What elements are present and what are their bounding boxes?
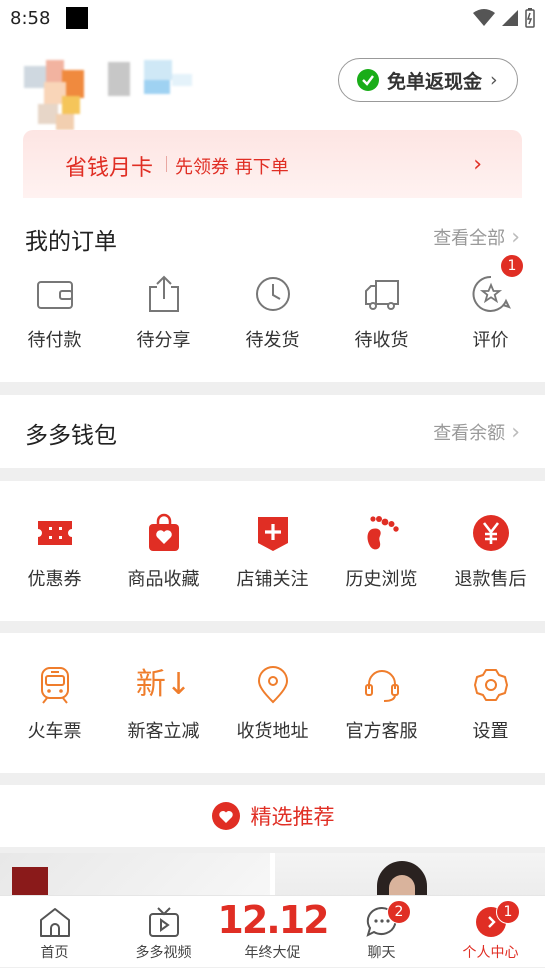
- coupons-entry[interactable]: 优惠券: [0, 513, 109, 591]
- order-label: 待付款: [27, 330, 82, 351]
- status-icons: [473, 8, 535, 28]
- profile-badge: 1: [496, 900, 520, 924]
- location-icon: [257, 666, 288, 704]
- tab-chat[interactable]: 聊天 2: [327, 896, 436, 968]
- refund-entry[interactable]: 退款售后: [436, 513, 545, 591]
- notification-icon: [66, 7, 88, 29]
- orders-title: 我的订单: [25, 229, 117, 255]
- recommend-title: 精选推荐: [250, 805, 335, 829]
- order-label: 评价: [472, 330, 509, 351]
- favorites-entry[interactable]: 商品收藏: [109, 513, 218, 591]
- clock-icon: [255, 277, 290, 311]
- wallet-icon: [36, 281, 73, 309]
- home-icon: [39, 908, 70, 937]
- tab-promo[interactable]: 12.12 年终大促: [217, 896, 329, 968]
- new-customer-entry[interactable]: 新↓ 新客立减: [109, 665, 218, 743]
- settings-icon: [473, 669, 508, 701]
- tab-label: 首页: [40, 945, 69, 961]
- review-icon: [472, 275, 511, 312]
- store-follow-icon: [257, 517, 288, 551]
- order-pending-payment[interactable]: 待付款: [0, 274, 109, 352]
- status-time: 8:58: [10, 8, 51, 29]
- review-badge: 1: [500, 254, 524, 278]
- tool-label: 新客立减: [127, 721, 200, 742]
- order-pending-share[interactable]: 待分享: [109, 274, 218, 352]
- battery-icon: [525, 8, 535, 28]
- tool-label: 设置: [472, 721, 509, 742]
- truck-icon: [364, 280, 399, 310]
- product-card[interactable]: [0, 853, 270, 898]
- footprint-icon: [367, 516, 399, 550]
- new-customer-icon: 新↓: [135, 667, 192, 702]
- brand-logo: [12, 867, 48, 895]
- chevron-right-icon: ›: [490, 69, 498, 91]
- tool-label: 官方客服: [345, 721, 418, 742]
- divider: [166, 156, 167, 172]
- service-label: 店铺关注: [236, 569, 309, 590]
- order-label: 待分享: [136, 330, 191, 351]
- tab-profile[interactable]: 个人中心 1: [436, 896, 545, 968]
- service-label: 商品收藏: [127, 569, 200, 590]
- tool-label: 火车票: [27, 721, 82, 742]
- customer-service-entry[interactable]: 官方客服: [327, 665, 436, 743]
- service-label: 退款售后: [454, 569, 527, 590]
- cashback-button[interactable]: 免单返现金 ›: [338, 58, 518, 102]
- tab-home[interactable]: 首页: [0, 896, 109, 968]
- username: [108, 60, 198, 100]
- wallet-title: 多多钱包: [25, 423, 117, 449]
- settings-entry[interactable]: 设置: [436, 665, 545, 743]
- share-icon: [148, 275, 179, 312]
- bottom-tab-bar: 首页 多多视频 12.12 年终大促 聊天 2 个人中心 1: [0, 895, 545, 967]
- orders-section: 我的订单 查看全部 › 待付款 待分享 待发货 待收货 评价 1: [0, 198, 545, 382]
- headset-icon: [364, 670, 399, 702]
- savings-card-subtitle: 先领券 再下单: [175, 157, 289, 178]
- tab-video[interactable]: 多多视频: [109, 896, 218, 968]
- avatar[interactable]: [24, 60, 96, 132]
- recommend-header: 精选推荐: [0, 785, 545, 847]
- cashback-label: 免单返现金: [387, 70, 483, 93]
- wallet-view-balance-label: 查看余额: [433, 423, 506, 444]
- chevron-right-icon: ›: [511, 419, 520, 445]
- promo-1212: 12.12: [217, 898, 329, 942]
- orders-view-all[interactable]: 查看全部 ›: [433, 224, 520, 250]
- order-label: 待收货: [354, 330, 409, 351]
- order-review[interactable]: 评价 1: [436, 254, 545, 352]
- service-label: 历史浏览: [345, 569, 418, 590]
- tab-label: 年终大促: [244, 945, 301, 961]
- signal-icon: [502, 10, 518, 26]
- orders-view-all-label: 查看全部: [433, 228, 506, 249]
- address-entry[interactable]: 收货地址: [218, 665, 327, 743]
- product-grid: [0, 853, 545, 898]
- coupon-icon: [37, 521, 72, 545]
- wallet-section[interactable]: 多多钱包 查看余额 ›: [0, 395, 545, 468]
- services-section: 优惠券 商品收藏 店铺关注 历史浏览 退款售后: [0, 481, 545, 621]
- wechat-icon: [357, 69, 379, 91]
- refund-icon: [472, 515, 509, 551]
- tab-label: 聊天: [367, 945, 396, 961]
- savings-card-title: 省钱月卡: [65, 156, 154, 181]
- order-pending-delivery[interactable]: 待发货: [218, 274, 327, 352]
- train-icon: [40, 667, 69, 704]
- tool-label: 收货地址: [236, 721, 309, 742]
- favorite-bag-icon: [148, 513, 179, 551]
- history-entry[interactable]: 历史浏览: [327, 513, 436, 591]
- status-bar: 8:58: [0, 0, 545, 38]
- wifi-icon: [473, 9, 495, 26]
- product-card[interactable]: [275, 853, 545, 898]
- wallet-view-balance[interactable]: 查看余额 ›: [433, 419, 520, 445]
- order-label: 待发货: [245, 330, 300, 351]
- store-follow-entry[interactable]: 店铺关注: [218, 513, 327, 591]
- tab-label: 多多视频: [135, 945, 192, 961]
- chevron-right-icon: ›: [511, 224, 520, 250]
- chevron-right-icon: ›: [473, 152, 482, 177]
- tab-label: 个人中心: [462, 945, 519, 961]
- savings-card-banner[interactable]: 省钱月卡 先领券 再下单 ›: [23, 130, 522, 198]
- tools-section: 火车票 新↓ 新客立减 收货地址 官方客服 设置: [0, 633, 545, 773]
- train-ticket-entry[interactable]: 火车票: [0, 665, 109, 743]
- heart-icon: [211, 802, 240, 830]
- order-pending-receipt[interactable]: 待收货: [327, 274, 436, 352]
- service-label: 优惠券: [27, 569, 82, 590]
- video-icon: [148, 907, 179, 937]
- chat-badge: 2: [387, 900, 411, 924]
